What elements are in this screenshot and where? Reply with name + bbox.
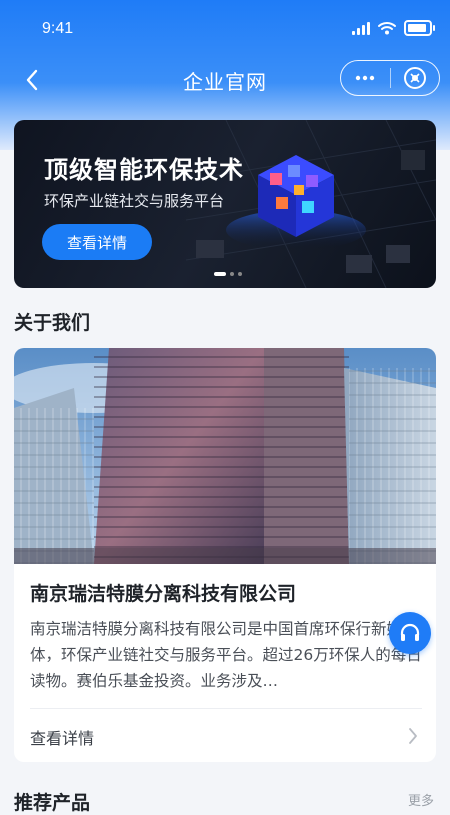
close-circle-icon <box>403 67 426 89</box>
headset-icon <box>400 623 420 641</box>
company-description: 南京瑞洁特膜分离科技有限公司是中国首席环保行新媒体，环保产业链社交与服务平台。超… <box>30 620 422 690</box>
about-section-title: 关于我们 <box>14 312 91 334</box>
customer-service-button[interactable] <box>389 612 431 654</box>
banner-subtitle: 环保产业链社交与服务平台 <box>44 192 225 210</box>
building-photo <box>14 348 436 564</box>
about-card[interactable]: 南京瑞洁特膜分离科技有限公司 南京瑞洁特膜分离科技有限公司是中国首席环保行新媒体… <box>14 348 436 762</box>
battery-icon <box>404 20 435 36</box>
more-dots-icon <box>356 75 375 81</box>
banner-detail-button[interactable]: 查看详情 <box>42 224 152 260</box>
close-button[interactable] <box>391 61 440 95</box>
status-bar: 9:41 <box>0 0 450 58</box>
company-name: 南京瑞洁特膜分离科技有限公司 <box>30 583 297 605</box>
status-icons <box>352 20 435 36</box>
banner-title: 顶级智能环保技术 <box>44 156 244 184</box>
signal-icon <box>352 21 370 35</box>
nav-bar: 企业官网 <box>0 58 450 102</box>
chevron-right-icon <box>409 728 417 744</box>
wifi-icon <box>378 22 396 35</box>
card-divider <box>30 708 422 709</box>
recommend-section-title: 推荐产品 <box>14 792 91 814</box>
mini-program-capsule <box>340 60 440 96</box>
carousel-dot[interactable] <box>230 272 234 276</box>
hero-banner[interactable]: 顶级智能环保技术 环保产业链社交与服务平台 查看详情 <box>14 120 436 288</box>
more-button[interactable] <box>341 61 390 95</box>
carousel-dot[interactable] <box>238 272 242 276</box>
status-time: 9:41 <box>42 20 74 37</box>
carousel-dot[interactable] <box>214 272 226 276</box>
carousel-indicator <box>214 272 242 276</box>
view-details-label: 查看详情 <box>30 729 95 748</box>
view-details-row[interactable]: 查看详情 <box>14 710 436 762</box>
